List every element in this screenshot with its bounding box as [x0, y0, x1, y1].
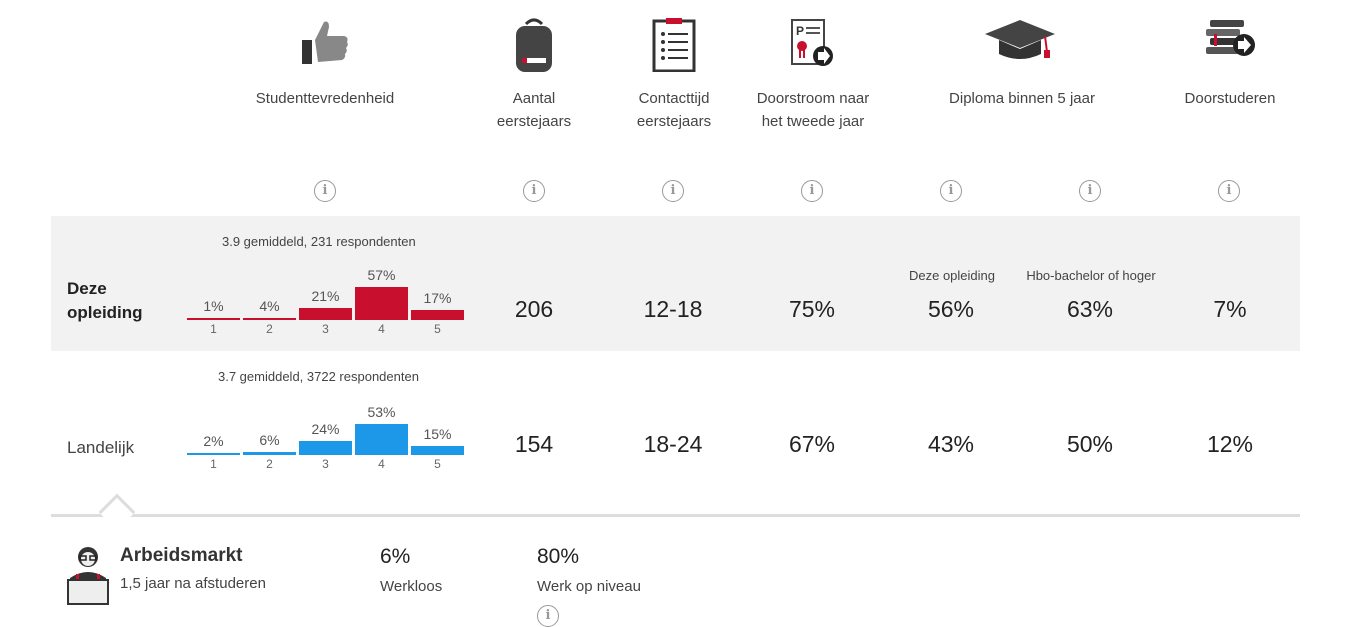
doorstroom-value: 67% — [788, 431, 836, 457]
arbeidsmarkt-title: Arbeidsmarkt — [120, 545, 243, 566]
werkloos-value: 6% — [380, 545, 411, 568]
tevredenheid-bar-score: 2 — [266, 457, 273, 471]
professional-person-icon — [67, 547, 109, 605]
diploma-opleiding-value: 43% — [927, 431, 975, 457]
werkloos-label: Werkloos — [380, 578, 443, 595]
header-doorstroom: Doorstroom naar het tweede jaar — [756, 90, 870, 130]
backpack-icon — [516, 18, 552, 72]
tevredenheid-bar — [299, 308, 352, 320]
tevredenheid-bars: 2% 1 6% 2 24% 3 53% 4 15% 5 — [187, 373, 464, 471]
certificate-arrow-icon: P — [791, 19, 833, 66]
tevredenheid-bar-score: 5 — [434, 457, 441, 471]
tevredenheid-bar-score: 3 — [322, 457, 329, 471]
tevredenheid-bar-percentage: 21% — [311, 288, 340, 304]
tevredenheid-bar-percentage: 57% — [367, 267, 396, 283]
row-label-landelijk: Landelijk — [67, 438, 135, 457]
clipboard-list-icon — [652, 18, 696, 72]
doorstroom-value: 75% — [788, 296, 836, 322]
tevredenheid-bar-percentage: 2% — [203, 433, 224, 449]
werk-op-niveau-value: 80% — [537, 545, 580, 568]
tevredenheid-bar-percentage: 17% — [423, 290, 452, 306]
header-aantal-eerstejaars: Aantal eerstejaars — [496, 90, 572, 130]
info-icon-contacttijd[interactable]: i — [662, 180, 684, 202]
diploma-hbo-value: 63% — [1066, 296, 1114, 322]
tevredenheid-bar-score: 4 — [378, 322, 385, 336]
werk-op-niveau-label: Werk op niveau — [537, 578, 641, 595]
tevredenheid-bar-percentage: 4% — [259, 298, 280, 314]
books-arrow-icon — [1206, 20, 1255, 56]
tevredenheid-bar-score: 5 — [434, 322, 441, 336]
contacttijd-value: 18-24 — [643, 431, 703, 457]
section-divider — [51, 514, 1300, 517]
doorstuderen-value: 7% — [1213, 296, 1247, 322]
tevredenheid-bar-score: 4 — [378, 457, 385, 471]
tevredenheid-bar — [243, 318, 296, 320]
diploma-sub-label-opleiding: Deze opleiding — [908, 268, 995, 283]
thumbs-up-icon — [302, 21, 348, 64]
tevredenheid-bar-score: 1 — [210, 322, 217, 336]
tevredenheid-bar-score: 1 — [210, 457, 217, 471]
tevredenheid-bar — [299, 441, 352, 455]
contacttijd-value: 12-18 — [643, 296, 703, 322]
info-icon-eerstejaars[interactable]: i — [523, 180, 545, 202]
tevredenheid-bar — [243, 452, 296, 455]
tevredenheid-bar — [187, 453, 240, 455]
diploma-opleiding-value: 56% — [927, 296, 975, 322]
info-icon-diploma-opleiding[interactable]: i — [940, 180, 962, 202]
header-contacttijd: Contacttijd eerstejaars — [636, 90, 712, 130]
row-label-deze-opleiding: Deze opleiding — [67, 279, 143, 322]
eerstejaars-value: 206 — [514, 296, 554, 322]
tevredenheid-bar — [355, 287, 408, 320]
doorstuderen-value: 12% — [1206, 431, 1254, 457]
info-icon-doorstuderen[interactable]: i — [1218, 180, 1240, 202]
info-icon-werk-op-niveau[interactable]: i — [537, 605, 559, 627]
tevredenheid-bar — [411, 446, 464, 455]
tevredenheid-bar-percentage: 24% — [311, 421, 340, 437]
header-studenttevredenheid: Studenttevredenheid — [255, 90, 395, 107]
svg-text:P: P — [796, 24, 804, 38]
graduation-cap-icon — [985, 20, 1055, 59]
diploma-sub-label-hbo: Hbo-bachelor of hoger — [1026, 268, 1156, 283]
diploma-hbo-value: 50% — [1066, 431, 1114, 457]
info-icon-doorstroom[interactable]: i — [801, 180, 823, 202]
tevredenheid-bar-percentage: 6% — [259, 432, 280, 448]
info-icon-tevredenheid[interactable]: i — [314, 180, 336, 202]
header-diploma: Diploma binnen 5 jaar — [949, 90, 1095, 107]
tevredenheid-bar-score: 3 — [322, 322, 329, 336]
divider-notch — [98, 493, 136, 531]
tevredenheid-bar-percentage: 53% — [367, 404, 396, 420]
eerstejaars-value: 154 — [514, 431, 554, 457]
header-doorstuderen: Doorstuderen — [1184, 90, 1276, 107]
tevredenheid-bars: 1% 1 4% 2 21% 3 57% 4 17% 5 — [187, 238, 464, 336]
arbeidsmarkt-subtitle: 1,5 jaar na afstuderen — [120, 575, 266, 592]
info-icon-diploma-hbo[interactable]: i — [1079, 180, 1101, 202]
tevredenheid-bar-percentage: 15% — [423, 426, 452, 442]
tevredenheid-bar-percentage: 1% — [203, 298, 224, 314]
tevredenheid-bar-score: 2 — [266, 322, 273, 336]
tevredenheid-bar — [187, 318, 240, 320]
tevredenheid-bar — [355, 424, 408, 455]
tevredenheid-bar — [411, 310, 464, 320]
